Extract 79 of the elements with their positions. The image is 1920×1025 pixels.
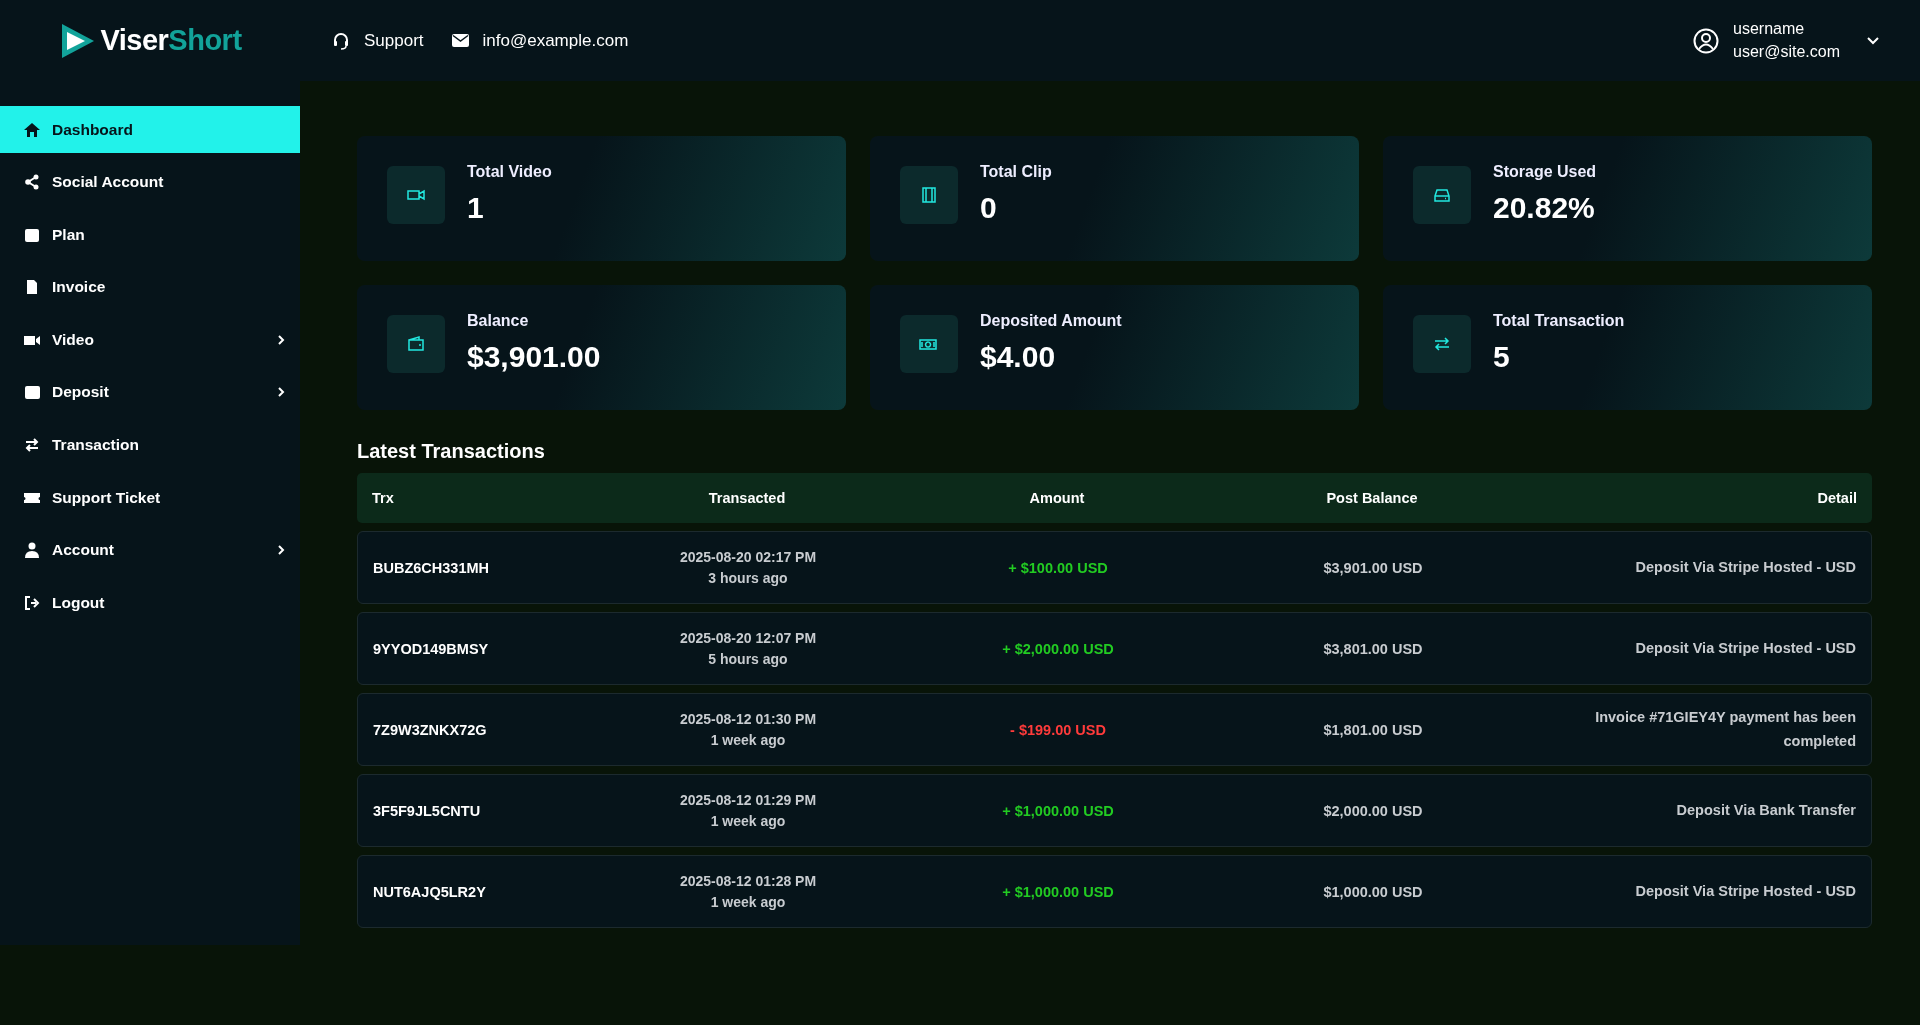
trx-cell-text: BUBZ6CH331MH <box>373 559 491 576</box>
amount-cell-text: + $2,000.00 USD <box>1001 640 1115 657</box>
stat-title: Total Video <box>467 162 552 181</box>
post-balance-cell-text: $1,801.00 USD <box>1322 721 1424 738</box>
sidebar-item[interactable]: Support Ticket <box>0 474 300 522</box>
sidebar-item[interactable]: Account <box>0 526 300 574</box>
column-header: Trx <box>372 490 395 506</box>
stat-title: Balance <box>467 311 530 330</box>
column-header: Detail <box>1816 490 1857 506</box>
date-cell: 2025-08-20 02:17 PM <box>679 549 817 565</box>
logout-icon <box>24 594 40 611</box>
document-icon <box>24 279 40 296</box>
trx-cell-text: NUT6AJQ5LR2Y <box>373 883 487 900</box>
time-ago-text: 5 hours ago <box>708 651 788 667</box>
user-name: username <box>1733 20 1806 38</box>
film-icon <box>919 185 939 204</box>
stat-value: 5 <box>1493 339 1511 374</box>
date-cell: 2025-08-12 01:29 PM <box>679 792 817 808</box>
post-balance-cell-text: $2,000.00 USD <box>1322 802 1424 819</box>
detail-cell-text: Deposit Via Stripe Hosted - USD <box>1634 557 1856 577</box>
chevron-down-icon[interactable] <box>1866 36 1880 45</box>
time-ago-text: 1 week ago <box>710 732 786 748</box>
date-cell: 2025-08-12 01:30 PM <box>679 711 817 727</box>
amount-cell-text: + $1,000.00 USD <box>1001 883 1115 900</box>
stat-value: $3,901.00 <box>467 339 601 374</box>
support-link[interactable]: Support <box>364 30 424 51</box>
headset-icon <box>332 31 350 50</box>
detail-cell-text: Deposit Via Stripe Hosted - USD <box>1634 638 1856 658</box>
stat-title: Total Clip <box>980 162 1052 181</box>
share-icon <box>24 174 40 191</box>
trx-cell-text: 3F5F9JL5CNTU <box>373 802 482 819</box>
post-balance-cell-text: $1,000.00 USD <box>1322 883 1424 900</box>
date-cell: 2025-08-12 01:28 PM <box>679 873 817 889</box>
sidebar-item[interactable]: Dashboard <box>0 106 300 153</box>
arrows-icon <box>24 437 40 454</box>
trx-cell-text: 9YYOD149BMSY <box>373 640 490 657</box>
amount-cell-text: + $100.00 USD <box>1007 559 1109 576</box>
column-header: Post Balance <box>1325 490 1419 506</box>
user-email: user@site.com <box>1733 43 1840 61</box>
trx-cell-text: 7Z9W3ZNKX72G <box>373 721 488 738</box>
time-ago-text: 1 week ago <box>710 813 786 829</box>
sidebar-item[interactable]: Transaction <box>0 421 300 469</box>
user-icon <box>1693 27 1720 54</box>
column-header: Amount <box>1028 490 1086 506</box>
home-icon <box>24 121 40 138</box>
email-link[interactable]: info@example.com <box>482 30 629 51</box>
stat-value: 20.82% <box>1493 190 1596 225</box>
stat-title: Deposited Amount <box>980 311 1122 330</box>
amount-cell-text: - $199.00 USD <box>1009 721 1107 738</box>
post-balance-cell-text: $3,901.00 USD <box>1322 559 1424 576</box>
mail-icon <box>451 34 469 47</box>
sidebar-item[interactable]: Deposit <box>0 368 300 416</box>
chevron-right-icon <box>277 386 285 399</box>
section-title: Latest Transactions <box>357 440 546 463</box>
sidebar-item[interactable]: Logout <box>0 579 300 627</box>
detail-cell-text: Deposit Via Bank Transfer <box>1675 800 1856 820</box>
arrows-icon <box>1432 334 1452 353</box>
stat-title: Storage Used <box>1493 162 1597 181</box>
stat-value: 1 <box>467 190 485 225</box>
stat-value: 0 <box>980 190 998 225</box>
date-cell: 2025-08-20 12:07 PM <box>679 630 817 646</box>
sidebar-item[interactable]: Plan <box>0 211 300 259</box>
sidebar-item[interactable]: Invoice <box>0 263 300 311</box>
stat-title: Total Transaction <box>1493 311 1625 330</box>
chevron-right-icon <box>277 333 285 346</box>
time-ago-text: 1 week ago <box>710 894 786 910</box>
amount-cell-text: + $1,000.00 USD <box>1001 802 1115 819</box>
post-balance-cell-text: $3,801.00 USD <box>1322 640 1424 657</box>
sidebar-item[interactable]: Video <box>0 316 300 364</box>
chevron-right-icon <box>277 544 285 557</box>
user-icon <box>24 542 40 559</box>
stat-value: $4.00 <box>980 339 1057 374</box>
sidebar-item[interactable]: Social Account <box>0 158 300 206</box>
column-header: Transacted <box>707 490 787 506</box>
box-icon <box>24 226 40 243</box>
logo-text: ViserShort <box>100 24 242 57</box>
detail-cell-text: Deposit Via Stripe Hosted - USD <box>1634 881 1856 901</box>
detail-cell-text: Invoice #71GIEY4Y payment has been completed <box>1594 708 1856 751</box>
time-ago-text: 3 hours ago <box>708 570 788 586</box>
